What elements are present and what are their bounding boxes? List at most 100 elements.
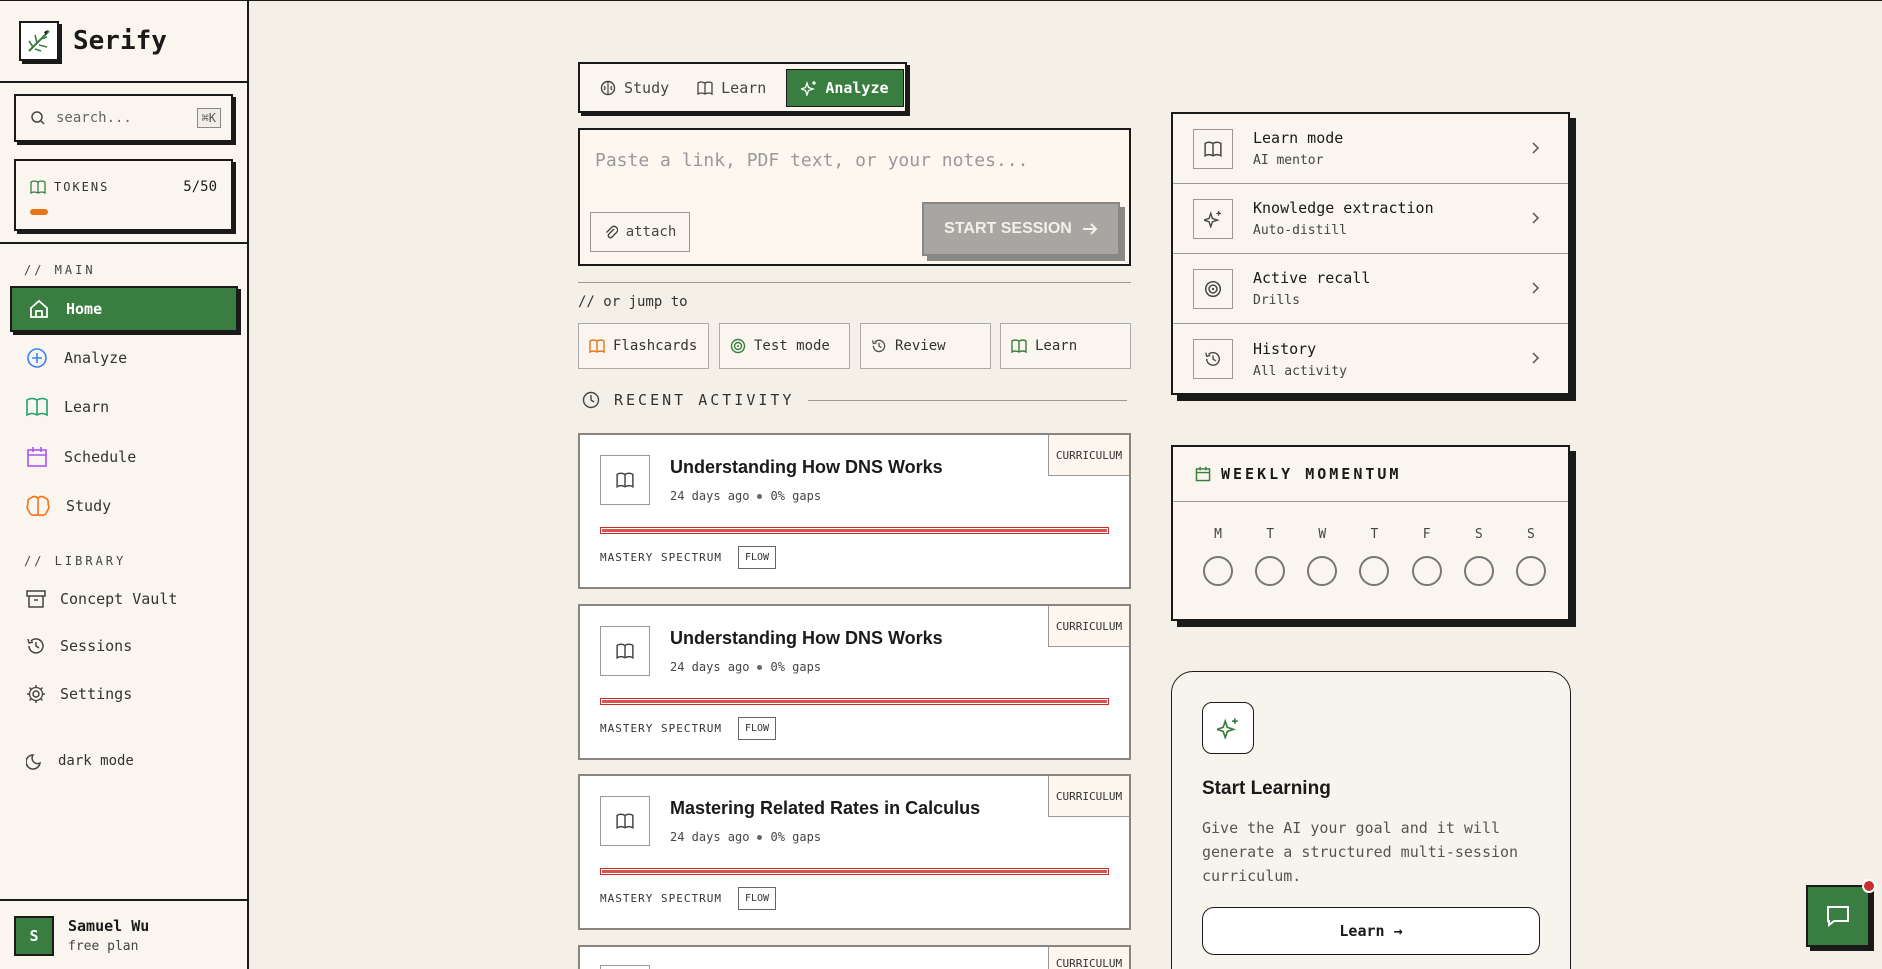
- learn-button[interactable]: Learn →: [1202, 907, 1540, 955]
- search-shortcut: ⌘K: [196, 108, 221, 128]
- jump-review-button[interactable]: Review: [860, 323, 991, 369]
- activity-title: Mastering Related Rates in Calculus: [670, 798, 981, 818]
- divider: [578, 282, 1131, 283]
- sidebar-item-label: Learn: [64, 398, 110, 416]
- curriculum-badge: CURRICULUM: [1048, 947, 1129, 969]
- moon-icon: [26, 754, 41, 770]
- recent-activity-header: RECENT ACTIVITY: [582, 391, 1127, 409]
- activity-time: 24 days ago: [670, 830, 750, 844]
- sidebar-item-analyze[interactable]: Analyze: [10, 335, 238, 381]
- sidebar-item-home[interactable]: Home: [10, 286, 238, 332]
- mastery-label: MASTERY SPECTRUM: [600, 551, 722, 564]
- sparkles-icon: [1202, 702, 1254, 754]
- chevron-right-icon: [1532, 142, 1540, 154]
- mode-subtitle: Drills: [1253, 293, 1300, 308]
- sidebar-divider: [0, 242, 247, 244]
- book-icon: [697, 80, 713, 95]
- dark-mode-toggle[interactable]: dark mode: [26, 746, 134, 776]
- jump-label-text: Learn: [1035, 338, 1078, 354]
- tab-label: Study: [624, 78, 670, 97]
- brand[interactable]: Serify: [0, 1, 247, 83]
- tab-label: Analyze: [825, 78, 889, 97]
- sidebar-item-label: Study: [66, 497, 112, 515]
- tokens-count: 5/50: [183, 179, 217, 195]
- chat-icon: [1827, 906, 1849, 928]
- mode-active-recall[interactable]: Active recall Drills: [1173, 254, 1568, 324]
- activity-meta: 24 days ago 0% gaps: [670, 830, 821, 844]
- history-icon: [1193, 339, 1233, 379]
- recent-activity-title: RECENT ACTIVITY: [614, 391, 795, 409]
- mode-knowledge-extraction[interactable]: Knowledge extraction Auto-distill: [1173, 184, 1568, 254]
- sidebar-item-label: Home: [66, 300, 103, 318]
- logo-icon: [19, 21, 59, 61]
- weekday-label: W: [1318, 527, 1327, 542]
- jump-flashcards-button[interactable]: Flashcards: [578, 323, 709, 369]
- sidebar-item-sessions[interactable]: Sessions: [26, 631, 132, 661]
- user-profile[interactable]: S Samuel Wu free plan: [0, 899, 247, 969]
- mode-title: Active recall: [1253, 269, 1371, 287]
- jump-learn-button[interactable]: Learn: [1000, 323, 1131, 369]
- calendar-icon: [27, 447, 47, 467]
- recent-divider: [808, 399, 1127, 401]
- tokens-progress-bar: [30, 209, 48, 215]
- jump-test-mode-button[interactable]: Test mode: [719, 323, 850, 369]
- activity-card[interactable]: CURRICULUM: [578, 945, 1131, 969]
- sidebar-item-study[interactable]: Study: [10, 483, 238, 529]
- tab-analyze[interactable]: Analyze: [786, 68, 904, 107]
- start-session-button[interactable]: START SESSION: [922, 202, 1120, 256]
- day-circle: [1463, 556, 1494, 586]
- tab-label: Learn: [721, 78, 767, 97]
- user-plan: free plan: [68, 939, 139, 954]
- day-circle: [1359, 556, 1390, 586]
- activity-gaps: 0% gaps: [770, 489, 822, 503]
- chat-button[interactable]: [1806, 879, 1876, 947]
- activity-gaps: 0% gaps: [770, 830, 822, 844]
- day-circle: [1411, 556, 1442, 586]
- mode-learn[interactable]: Learn mode AI mentor: [1173, 114, 1568, 184]
- search-input[interactable]: search... ⌘K: [14, 94, 233, 142]
- tokens-card: TOKENS 5/50: [14, 159, 233, 231]
- archive-icon: [26, 590, 46, 608]
- sidebar-item-settings[interactable]: Settings: [26, 679, 132, 709]
- activity-card[interactable]: CURRICULUM Mastering Related Rates in Ca…: [578, 774, 1131, 930]
- mode-title: Learn mode: [1253, 129, 1344, 147]
- session-input[interactable]: Paste a link, PDF text, or your notes...…: [578, 128, 1131, 266]
- search-icon: [31, 111, 45, 125]
- sidebar-item-schedule[interactable]: Schedule: [10, 434, 238, 480]
- history-icon: [27, 638, 44, 654]
- user-name: Samuel Wu: [68, 917, 150, 935]
- tokens-label: TOKENS: [54, 180, 110, 194]
- day-circle: [1255, 556, 1286, 586]
- clock-icon: [582, 391, 600, 409]
- library-section-label: // LIBRARY: [24, 554, 127, 568]
- activity-card[interactable]: CURRICULUM Understanding How DNS Works 2…: [578, 604, 1131, 760]
- target-icon: [1193, 268, 1233, 309]
- activity-time: 24 days ago: [670, 489, 750, 503]
- jump-label-text: Flashcards: [613, 338, 698, 354]
- tab-study[interactable]: Study: [586, 69, 683, 107]
- weekly-title: WEEKLY MOMENTUM: [1221, 465, 1402, 483]
- day-circle: [1307, 556, 1338, 586]
- weekday-label: F: [1422, 527, 1431, 542]
- attach-button[interactable]: attach: [590, 212, 690, 252]
- sidebar-item-concept-vault[interactable]: Concept Vault: [26, 584, 177, 614]
- activity-card[interactable]: CURRICULUM Understanding How DNS Works 2…: [578, 433, 1131, 589]
- sidebar-item-learn[interactable]: Learn: [10, 384, 238, 430]
- sidebar-item-label: Settings: [60, 685, 133, 703]
- book-icon: [600, 965, 650, 969]
- tab-learn[interactable]: Learn: [683, 69, 780, 107]
- gear-icon: [27, 685, 45, 703]
- target-icon: [730, 338, 746, 354]
- mode-history[interactable]: History All activity: [1173, 324, 1568, 394]
- arrow-right-icon: [1082, 223, 1098, 235]
- mastery-label: MASTERY SPECTRUM: [600, 722, 722, 735]
- chevron-right-icon: [1532, 282, 1540, 294]
- book-icon: [600, 626, 650, 676]
- book-icon: [30, 180, 46, 194]
- weekday-labels: M T W T F S S: [1173, 527, 1568, 542]
- sidebar-item-label: Analyze: [64, 349, 128, 367]
- sidebar-item-label: Schedule: [64, 448, 137, 466]
- curriculum-badge: CURRICULUM: [1048, 435, 1129, 476]
- mode-subtitle: Auto-distill: [1253, 223, 1347, 238]
- sidebar-item-label: Sessions: [60, 637, 133, 655]
